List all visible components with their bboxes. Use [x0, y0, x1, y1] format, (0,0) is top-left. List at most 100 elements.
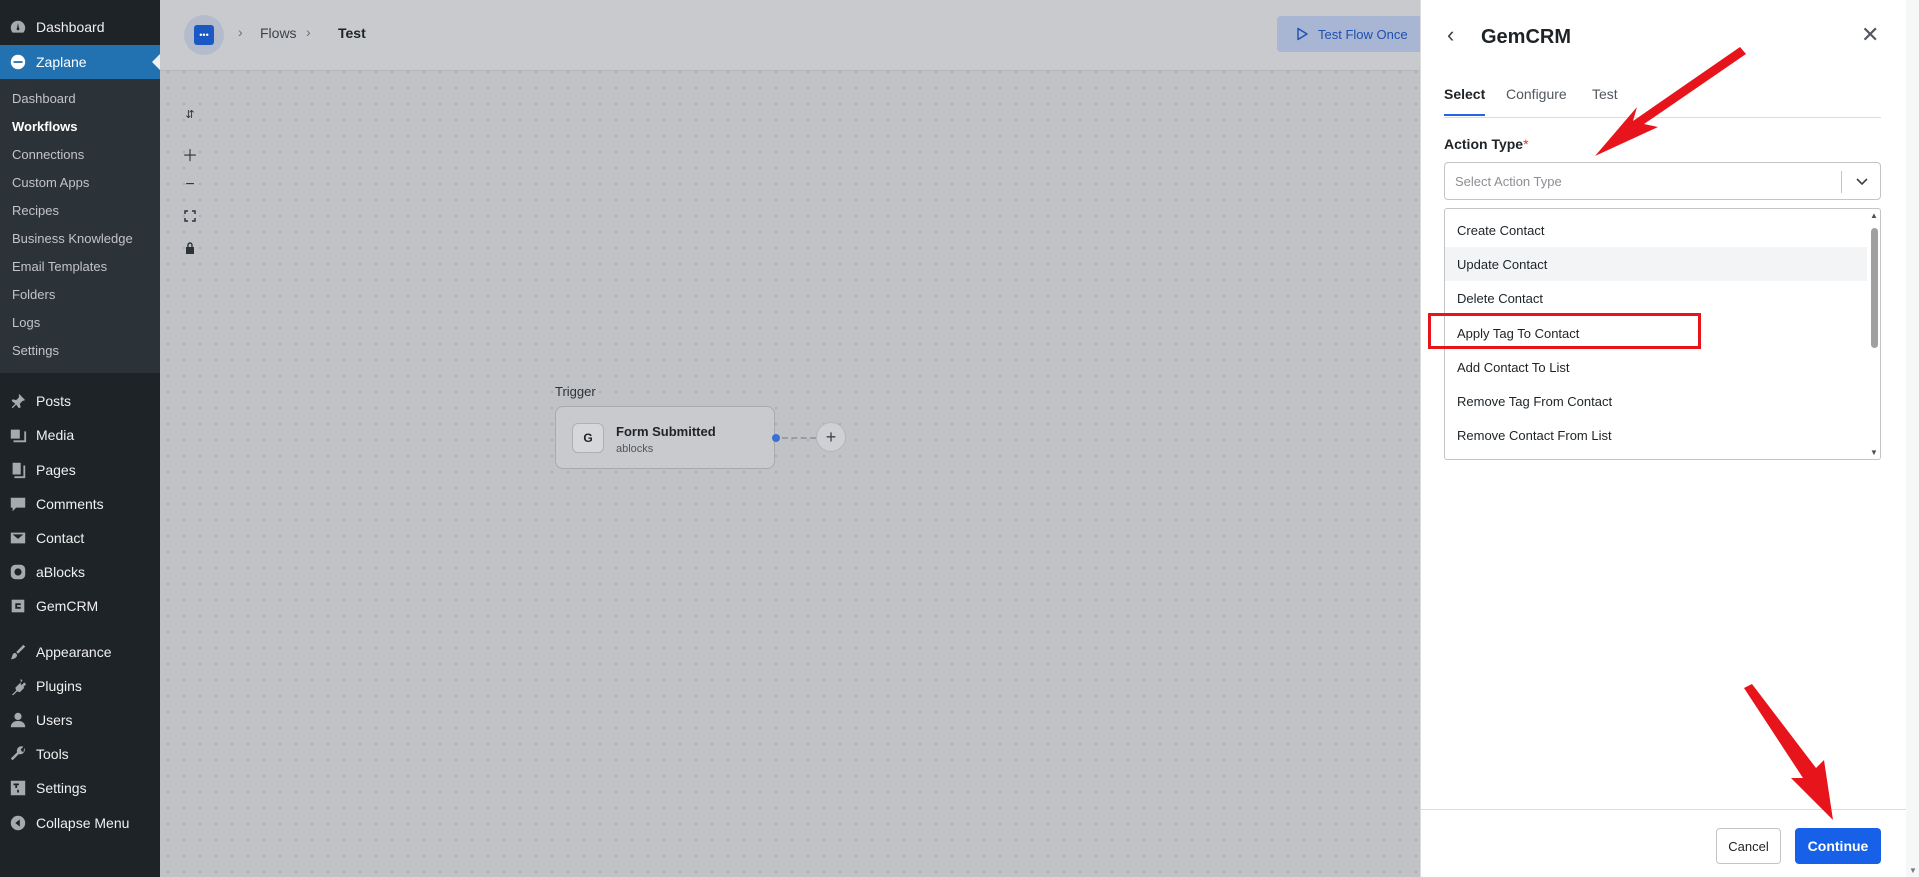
- wp-menu-posts[interactable]: Posts: [0, 384, 160, 418]
- wp-menu-ablocks[interactable]: aBlocks: [0, 555, 160, 589]
- wp-menu-label: Contact: [36, 530, 85, 546]
- submenu-folders[interactable]: Folders: [0, 281, 160, 309]
- settings-icon: [0, 779, 36, 797]
- lock-icon[interactable]: [180, 238, 200, 258]
- wp-menu-media[interactable]: Media: [0, 418, 160, 452]
- tab-configure[interactable]: Configure: [1506, 86, 1567, 114]
- zaplane-icon: [0, 53, 36, 71]
- zoom-out-icon[interactable]: −: [180, 175, 200, 195]
- continue-button[interactable]: Continue: [1795, 828, 1881, 864]
- wp-menu-tools[interactable]: Tools: [0, 737, 160, 771]
- wp-menu-zaplane[interactable]: Zaplane: [0, 45, 160, 79]
- wp-menu-collapse[interactable]: Collapse Menu: [0, 806, 160, 840]
- wp-menu-label: Tools: [36, 746, 69, 762]
- option-remove-tag-from-contact[interactable]: Remove Tag From Contact: [1445, 384, 1867, 418]
- wp-menu-settings[interactable]: Settings: [0, 771, 160, 805]
- pages-icon: [0, 461, 36, 479]
- action-type-select[interactable]: Select Action Type: [1444, 162, 1881, 200]
- select-placeholder: Select Action Type: [1455, 174, 1562, 189]
- submenu-business-knowledge[interactable]: Business Knowledge: [0, 225, 160, 253]
- wp-menu-comments[interactable]: Comments: [0, 487, 160, 521]
- wp-menu-label: Appearance: [36, 644, 112, 660]
- wp-menu-label: Collapse Menu: [36, 815, 130, 831]
- wp-menu-label: Pages: [36, 462, 76, 478]
- submenu-settings[interactable]: Settings: [0, 337, 160, 365]
- wp-menu-gemcrm[interactable]: GemCRM: [0, 589, 160, 623]
- comments-icon: [0, 495, 36, 513]
- ablocks-icon: [0, 563, 36, 581]
- chevron-right-icon: ›: [306, 24, 311, 40]
- scroll-up-icon[interactable]: ▲: [1870, 211, 1878, 220]
- wp-menu-label: aBlocks: [36, 564, 86, 580]
- action-config-panel: ‹ GemCRM ✕ Select Configure Test Action …: [1420, 0, 1906, 877]
- gemcrm-icon: [0, 597, 36, 615]
- node-connector-line: [782, 437, 816, 439]
- back-icon[interactable]: ‹: [1447, 24, 1454, 46]
- wp-menu-label: Comments: [36, 496, 104, 512]
- fit-view-icon[interactable]: [180, 206, 200, 226]
- test-flow-button[interactable]: Test Flow Once: [1277, 16, 1437, 52]
- dashboard-icon: [0, 18, 36, 36]
- panel-tabs: Select Configure Test: [1444, 84, 1881, 118]
- option-remove-contact-from-list[interactable]: Remove Contact From List: [1445, 418, 1867, 452]
- option-create-contact[interactable]: Create Contact: [1445, 213, 1867, 247]
- zaplane-logo-icon: •••: [194, 25, 214, 45]
- submenu-dashboard[interactable]: Dashboard: [0, 85, 160, 113]
- submenu-custom-apps[interactable]: Custom Apps: [0, 169, 160, 197]
- wp-menu-contact[interactable]: Contact: [0, 521, 160, 555]
- submenu-connections[interactable]: Connections: [0, 141, 160, 169]
- action-type-label: Action Type*: [1444, 136, 1529, 152]
- annotation-highlight-box: [1428, 313, 1701, 349]
- wp-menu-pages[interactable]: Pages: [0, 453, 160, 487]
- zaplane-submenu: Dashboard Workflows Connections Custom A…: [0, 79, 160, 373]
- node-connector-handle[interactable]: [772, 434, 780, 442]
- submenu-recipes[interactable]: Recipes: [0, 197, 160, 225]
- tab-test[interactable]: Test: [1592, 86, 1618, 114]
- trigger-node[interactable]: G Form Submitted ablocks: [555, 406, 775, 469]
- dropdown-scrollbar[interactable]: ▲ ▼: [1867, 209, 1880, 459]
- close-icon[interactable]: ✕: [1861, 24, 1879, 46]
- scrollbar-thumb[interactable]: [1871, 228, 1878, 348]
- wp-menu-users[interactable]: Users: [0, 703, 160, 737]
- user-icon: [0, 711, 36, 729]
- media-icon: [0, 426, 36, 444]
- submenu-logs[interactable]: Logs: [0, 309, 160, 337]
- submenu-workflows[interactable]: Workflows: [0, 113, 160, 141]
- scroll-down-icon[interactable]: ▼: [1909, 866, 1917, 875]
- wp-menu-plugins[interactable]: Plugins: [0, 669, 160, 703]
- flow-builder-canvas[interactable]: ••• › Flows › Test Test Flow Once ⇵ ＋ − …: [160, 0, 1437, 877]
- add-step-button[interactable]: +: [816, 422, 846, 452]
- option-delete-contact[interactable]: Delete Contact: [1445, 281, 1867, 315]
- breadcrumb-flows[interactable]: Flows: [260, 25, 297, 41]
- wp-menu-label: GemCRM: [36, 598, 99, 614]
- app-logo-button[interactable]: •••: [184, 15, 224, 55]
- trigger-label: Trigger: [555, 384, 596, 399]
- cancel-button[interactable]: Cancel: [1716, 828, 1781, 864]
- select-divider: [1841, 171, 1842, 193]
- breadcrumb-current: Test: [338, 25, 366, 41]
- builder-topbar: ••• › Flows › Test Test Flow Once: [160, 0, 1437, 71]
- chevron-right-icon: ›: [238, 24, 243, 40]
- swap-direction-icon[interactable]: ⇵: [180, 104, 200, 124]
- wrench-icon: [0, 745, 36, 763]
- brush-icon: [0, 643, 36, 661]
- test-flow-label: Test Flow Once: [1318, 26, 1408, 42]
- node-title: Form Submitted: [616, 424, 716, 439]
- plug-icon: [0, 677, 36, 695]
- wp-menu-label: Media: [36, 427, 75, 443]
- submenu-email-templates[interactable]: Email Templates: [0, 253, 160, 281]
- wp-menu-label: Posts: [36, 393, 72, 409]
- panel-footer: Cancel Continue: [1420, 809, 1906, 877]
- wp-menu-dashboard[interactable]: Dashboard: [0, 10, 160, 44]
- wp-menu-appearance[interactable]: Appearance: [0, 635, 160, 669]
- scroll-down-icon[interactable]: ▼: [1870, 448, 1878, 457]
- chevron-down-icon[interactable]: [1851, 171, 1873, 193]
- option-add-contact-to-list[interactable]: Add Contact To List: [1445, 350, 1867, 384]
- zoom-in-icon[interactable]: ＋: [180, 144, 200, 165]
- wp-admin-sidebar: Dashboard Zaplane Dashboard Workflows Co…: [0, 0, 160, 877]
- panel-scrollbar[interactable]: ▼: [1906, 0, 1919, 877]
- ablocks-icon: G: [572, 423, 604, 453]
- tab-select[interactable]: Select: [1444, 86, 1486, 116]
- option-update-contact[interactable]: Update Contact: [1445, 247, 1867, 281]
- collapse-icon: [0, 814, 36, 832]
